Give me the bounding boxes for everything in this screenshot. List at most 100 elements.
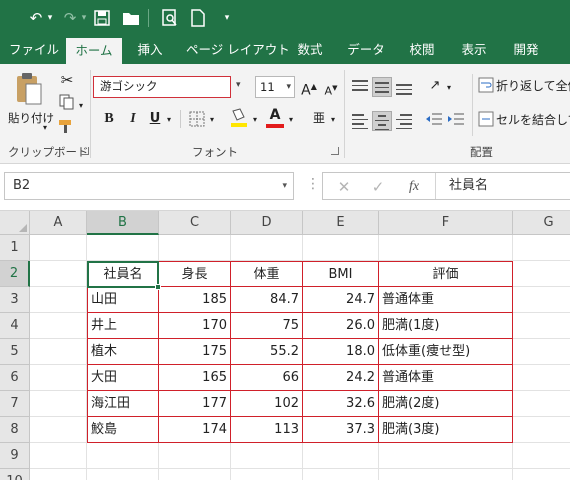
cell-d10[interactable] <box>231 469 303 480</box>
row-header-9[interactable]: 9 <box>0 443 30 469</box>
clipboard-launcher-icon[interactable] <box>81 147 89 155</box>
font-size-dropdown-icon[interactable]: ▾ <box>286 77 291 97</box>
save-icon[interactable] <box>92 8 112 28</box>
row-header-6[interactable]: 6 <box>0 365 30 391</box>
font-name-dropdown-icon[interactable]: ▾ <box>236 80 241 90</box>
undo-icon[interactable]: ↶ <box>26 8 46 28</box>
row-header-8[interactable]: 8 <box>0 417 30 443</box>
borders-dropdown-icon[interactable]: ▾ <box>207 110 217 130</box>
redo-icon[interactable]: ↷ <box>60 8 80 28</box>
cell-a2[interactable] <box>30 261 87 287</box>
enter-icon[interactable]: ✓ <box>367 177 389 197</box>
tab-view[interactable]: 表示 <box>456 36 492 64</box>
increase-indent-icon[interactable] <box>446 110 466 134</box>
cell-g4[interactable] <box>513 313 570 339</box>
insert-function-icon[interactable]: fx <box>403 177 425 197</box>
font-launcher-icon[interactable] <box>331 147 339 155</box>
tab-formulas[interactable]: 数式 <box>292 36 328 64</box>
row-header-7[interactable]: 7 <box>0 391 30 417</box>
column-header-d[interactable]: D <box>231 211 303 235</box>
cell-e2[interactable]: BMI <box>303 261 379 287</box>
cell-c2[interactable]: 身長 <box>159 261 231 287</box>
align-center-icon[interactable] <box>372 111 392 131</box>
align-middle-icon[interactable] <box>372 77 392 97</box>
orientation-dropdown-icon[interactable]: ▾ <box>444 78 454 98</box>
cell-c3[interactable]: 185 <box>159 287 231 313</box>
column-header-e[interactable]: E <box>303 211 379 235</box>
tab-insert[interactable]: 挿入 <box>132 36 168 64</box>
tab-review[interactable]: 校閲 <box>404 36 440 64</box>
row-header-5[interactable]: 5 <box>0 339 30 365</box>
grow-font-icon[interactable]: A▲ <box>299 77 319 101</box>
cell-e7[interactable]: 32.6 <box>303 391 379 417</box>
wrap-text-icon[interactable] <box>478 76 494 100</box>
cell-c8[interactable]: 174 <box>159 417 231 443</box>
copy-dropdown-icon[interactable]: ▾ <box>76 96 86 116</box>
cell-e1[interactable] <box>303 235 379 261</box>
tab-page-layout[interactable]: ページ レイアウト <box>186 36 290 64</box>
font-color-icon[interactable]: A <box>264 107 286 128</box>
cell-a5[interactable] <box>30 339 87 365</box>
cell-d7[interactable]: 102 <box>231 391 303 417</box>
fill-color-dropdown-icon[interactable]: ▾ <box>250 110 260 130</box>
paste-dropdown-icon[interactable]: ▾ <box>40 118 50 138</box>
column-header-f[interactable]: F <box>379 211 513 235</box>
orientation-icon[interactable]: ↗ <box>424 76 446 96</box>
cell-g6[interactable] <box>513 365 570 391</box>
cell-f6[interactable]: 普通体重 <box>379 365 513 391</box>
open-folder-icon[interactable] <box>121 8 141 28</box>
name-box[interactable]: B2 ▾ <box>4 172 294 200</box>
cell-c4[interactable]: 170 <box>159 313 231 339</box>
new-document-icon[interactable] <box>188 8 208 28</box>
column-header-c[interactable]: C <box>159 211 231 235</box>
row-header-4[interactable]: 4 <box>0 313 30 339</box>
wrap-text-button[interactable]: 折り返して全体 <box>496 76 570 96</box>
column-header-g[interactable]: G <box>513 211 570 235</box>
cell-g7[interactable] <box>513 391 570 417</box>
align-left-icon[interactable] <box>350 111 370 131</box>
row-header-3[interactable]: 3 <box>0 287 30 313</box>
cell-a10[interactable] <box>30 469 87 480</box>
shrink-font-icon[interactable]: A▼ <box>321 78 341 102</box>
cell-d2[interactable]: 体重 <box>231 261 303 287</box>
tab-file[interactable]: ファイル <box>8 36 60 64</box>
cell-f1[interactable] <box>379 235 513 261</box>
decrease-indent-icon[interactable] <box>424 110 444 134</box>
copy-icon[interactable] <box>58 94 76 116</box>
cell-e9[interactable] <box>303 443 379 469</box>
cell-b3[interactable]: 山田 <box>87 287 159 313</box>
cell-f5[interactable]: 低体重(痩せ型) <box>379 339 513 365</box>
merge-center-icon[interactable] <box>478 110 494 134</box>
merge-center-button[interactable]: セルを結合して <box>496 110 570 130</box>
cell-b9[interactable] <box>87 443 159 469</box>
formula-input[interactable]: 社員名 <box>449 173 488 199</box>
cell-e3[interactable]: 24.7 <box>303 287 379 313</box>
cell-a1[interactable] <box>30 235 87 261</box>
name-box-dropdown-icon[interactable]: ▾ <box>282 173 287 199</box>
cell-b6[interactable]: 大田 <box>87 365 159 391</box>
fill-handle[interactable] <box>155 284 161 290</box>
cell-a8[interactable] <box>30 417 87 443</box>
cell-f8[interactable]: 肥満(3度) <box>379 417 513 443</box>
redo-dropdown-icon[interactable]: ▾ <box>79 8 89 28</box>
cell-g10[interactable] <box>513 469 570 480</box>
print-preview-icon[interactable] <box>160 8 180 28</box>
cell-a6[interactable] <box>30 365 87 391</box>
cell-e6[interactable]: 24.2 <box>303 365 379 391</box>
cell-e10[interactable] <box>303 469 379 480</box>
cell-e5[interactable]: 18.0 <box>303 339 379 365</box>
cut-icon[interactable]: ✂ <box>58 70 76 90</box>
tab-data[interactable]: データ <box>345 36 387 64</box>
cell-b5[interactable]: 植木 <box>87 339 159 365</box>
cell-b1[interactable] <box>87 235 159 261</box>
underline-button[interactable]: U <box>146 109 164 129</box>
column-header-a[interactable]: A <box>30 211 87 235</box>
bold-button[interactable]: B <box>100 109 118 129</box>
cell-f2[interactable]: 評価 <box>379 261 513 287</box>
row-header-2[interactable]: 2 <box>0 261 30 287</box>
align-bottom-icon[interactable] <box>394 77 414 97</box>
underline-dropdown-icon[interactable]: ▾ <box>164 110 174 130</box>
cell-d5[interactable]: 55.2 <box>231 339 303 365</box>
format-painter-icon[interactable] <box>58 118 76 140</box>
undo-dropdown-icon[interactable]: ▾ <box>45 8 55 28</box>
